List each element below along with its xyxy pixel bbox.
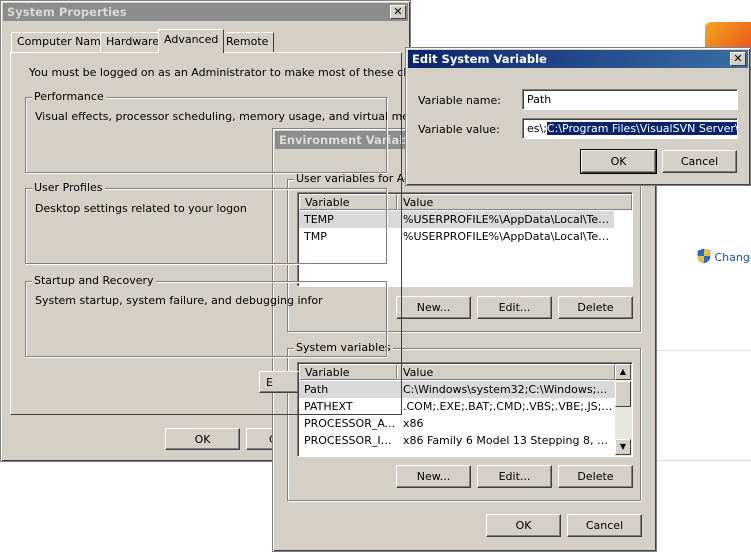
user-new-button[interactable]: New... bbox=[396, 296, 471, 319]
environment-variables-button[interactable]: E bbox=[259, 371, 299, 393]
user-profiles-description: Desktop settings related to your logon bbox=[35, 202, 247, 215]
edit-variable-titlebar: Edit System Variable bbox=[408, 50, 748, 68]
value-cell: x86 bbox=[403, 417, 424, 430]
table-row[interactable]: PROCESSOR_A... x86 bbox=[299, 415, 615, 432]
value-cell: %USERPROFILE%\AppData\Local\Temp bbox=[403, 213, 613, 226]
user-profiles-group: User Profiles Desktop settings related t… bbox=[25, 181, 387, 264]
user-profiles-legend: User Profiles bbox=[32, 181, 105, 194]
window-title: Edit System Variable bbox=[412, 52, 547, 66]
value-cell: x86 Family 6 Model 13 Stepping 8, Genu..… bbox=[403, 434, 613, 447]
edit-system-variable-window: Edit System Variable ✕ Variable name: Pa… bbox=[405, 47, 751, 186]
variable-cell: PROCESSOR_A... bbox=[304, 417, 396, 430]
window-title: System Properties bbox=[7, 5, 127, 19]
startup-recovery-legend: Startup and Recovery bbox=[32, 274, 156, 287]
variable-value-label: Variable value: bbox=[418, 123, 500, 136]
change-link-label: Change bbox=[714, 251, 751, 264]
system-properties-window: System Properties ✕ Computer Name Hardwa… bbox=[0, 0, 447, 462]
scroll-up-icon[interactable]: ▲ bbox=[615, 364, 631, 380]
system-edit-button[interactable]: Edit... bbox=[477, 465, 552, 488]
uac-shield-icon bbox=[697, 248, 711, 267]
admin-note: You must be logged on as an Administrato… bbox=[29, 66, 447, 79]
change-settings-link[interactable]: Change bbox=[697, 248, 751, 266]
ok-button[interactable]: OK bbox=[165, 428, 240, 450]
startup-recovery-description: System startup, system failure, and debu… bbox=[35, 294, 323, 307]
background-logo-corner bbox=[705, 22, 751, 50]
close-icon[interactable]: ✕ bbox=[390, 5, 406, 19]
value-cell: C:\Windows\system32;C:\Windows;C:... bbox=[403, 383, 613, 396]
scroll-down-icon[interactable]: ▼ bbox=[615, 439, 631, 455]
background-divider bbox=[650, 350, 751, 351]
variable-value-field[interactable]: es\;C:\Program Files\VisualSVN Server\bi… bbox=[522, 118, 738, 139]
column-header-value[interactable]: Value bbox=[397, 194, 632, 210]
system-new-button[interactable]: New... bbox=[396, 465, 471, 488]
tab-hardware[interactable]: Hardware bbox=[100, 32, 166, 52]
background-divider bbox=[650, 460, 751, 461]
system-properties-titlebar: System Properties bbox=[3, 3, 408, 21]
vertical-scrollbar[interactable]: ▲ ▼ bbox=[615, 364, 632, 456]
variable-value-selected: C:\Program Files\VisualSVN Server\bin; bbox=[546, 122, 737, 135]
ok-button[interactable]: OK bbox=[486, 514, 561, 537]
startup-recovery-group: Startup and Recovery System startup, sys… bbox=[25, 274, 387, 357]
value-cell: .COM;.EXE;.BAT;.CMD;.VBS;.VBE;.JS;.... bbox=[403, 400, 613, 413]
tab-page-advanced: You must be logged on as an Administrato… bbox=[10, 52, 447, 415]
tab-advanced[interactable]: Advanced bbox=[158, 29, 225, 53]
variable-name-label: Variable name: bbox=[418, 94, 501, 107]
variable-cell: PROCESSOR_ID... bbox=[304, 434, 396, 447]
column-header-value[interactable]: Value bbox=[397, 364, 615, 380]
close-icon[interactable]: ✕ bbox=[730, 52, 746, 66]
value-cell: %USERPROFILE%\AppData\Local\Temp bbox=[403, 230, 613, 243]
variable-name-value: Path bbox=[527, 93, 552, 106]
table-row[interactable]: PROCESSOR_ID... x86 Family 6 Model 13 St… bbox=[299, 432, 615, 449]
variable-value-prefix: es\; bbox=[527, 122, 547, 135]
background-panel bbox=[650, 232, 751, 552]
system-delete-button[interactable]: Delete bbox=[558, 465, 633, 488]
performance-legend: Performance bbox=[32, 90, 106, 103]
performance-group: Performance Visual effects, processor sc… bbox=[25, 90, 438, 173]
cancel-button[interactable]: Cancel bbox=[662, 150, 737, 173]
variable-name-field[interactable]: Path bbox=[522, 89, 738, 110]
cancel-button[interactable]: Cancel bbox=[567, 514, 642, 537]
user-delete-button[interactable]: Delete bbox=[558, 296, 633, 319]
ok-button[interactable]: OK bbox=[580, 149, 657, 174]
tab-computer-name[interactable]: Computer Name bbox=[11, 32, 114, 52]
performance-description: Visual effects, processor scheduling, me… bbox=[35, 110, 438, 123]
user-edit-button[interactable]: Edit... bbox=[477, 296, 552, 319]
tab-remote[interactable]: Remote bbox=[220, 32, 275, 52]
scroll-thumb[interactable] bbox=[615, 381, 631, 407]
